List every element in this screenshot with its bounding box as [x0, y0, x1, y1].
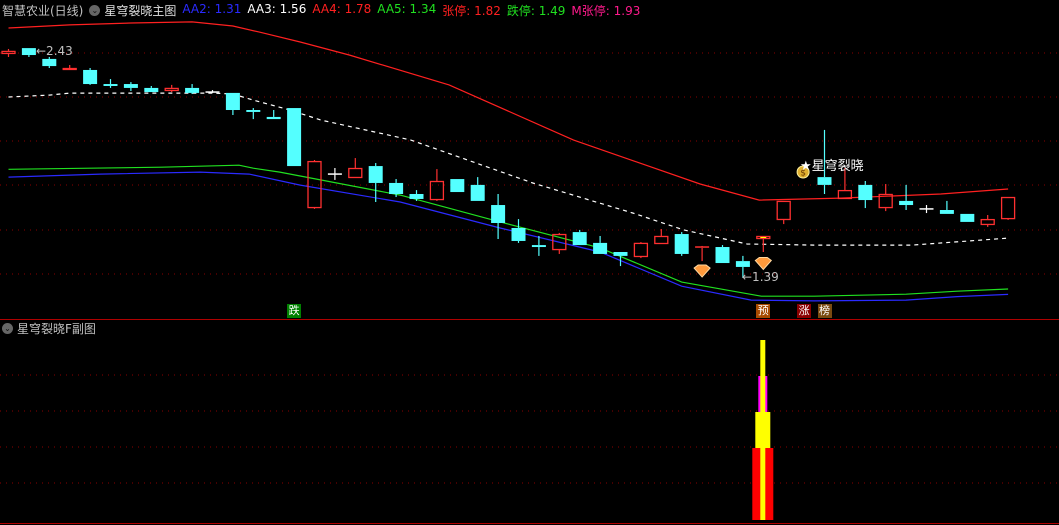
indicator-value-5: 跌停: 1.49	[506, 3, 566, 18]
chevron-down-circle-icon[interactable]: ⌄	[89, 4, 101, 16]
candle-body	[858, 184, 873, 201]
stock-name: 智慧农业(日线)	[2, 3, 84, 18]
candle-body	[307, 160, 322, 209]
stock-chart[interactable]: $	[0, 0, 1059, 525]
candle-body	[246, 110, 261, 112]
candle-body	[899, 200, 914, 206]
candle-body	[817, 177, 832, 185]
signal-marker: 跌	[287, 304, 302, 318]
indicator-values: AA2: 1.31 AA3: 1.56 AA4: 1.78 AA5: 1.34 张停: …	[182, 2, 646, 19]
candle-body	[633, 242, 649, 258]
candle-body	[225, 92, 240, 111]
candle-body	[674, 234, 689, 254]
indicator-value-6: M张停: 1.93	[571, 3, 641, 18]
sub-indicator-name[interactable]: 星穹裂晓F副图	[17, 320, 96, 337]
candle-body	[735, 261, 750, 267]
indicator-value-0: AA2: 1.31	[182, 1, 242, 16]
signal-marker: 预	[756, 304, 771, 318]
signal-label: ★星穹裂晓	[800, 159, 864, 174]
sub-chart-header: ⌄ 星穹裂晓F副图	[2, 320, 96, 337]
diamond-icon	[754, 256, 773, 271]
candle-body	[450, 179, 465, 193]
candle-body	[368, 166, 383, 183]
signal-marker: 榜	[817, 304, 832, 318]
candle-body	[185, 87, 200, 93]
candle-body	[348, 167, 363, 179]
signal-marker: 涨	[797, 304, 812, 318]
candle-body	[491, 205, 506, 223]
candle-body	[144, 87, 159, 93]
candle-body	[593, 242, 608, 254]
indicator-value-3: AA5: 1.34	[377, 1, 437, 16]
indicator-value-4: 张停: 1.82	[442, 3, 501, 18]
candle-body	[266, 116, 281, 120]
candle-body	[613, 252, 628, 256]
candle-body	[62, 67, 77, 71]
candle-body	[654, 235, 669, 245]
candle-body	[83, 69, 98, 85]
indicator-value-2: AA4: 1.78	[312, 1, 372, 16]
candle-body	[572, 232, 587, 246]
candle-body	[715, 247, 730, 264]
chart-header: 智慧农业(日线) ⌄ 星穹裂晓主图 AA2: 1.31 AA3: 1.56 AA4:…	[2, 2, 652, 18]
indicator-value-1: AA3: 1.56	[247, 1, 307, 16]
main-indicator-name[interactable]: 星穹裂晓主图	[104, 2, 176, 19]
candle-body	[939, 210, 954, 214]
candle-body	[287, 108, 302, 167]
candle-body	[980, 218, 995, 226]
candle-body	[511, 227, 526, 241]
candle-body	[389, 182, 404, 194]
candle-body	[1, 50, 16, 55]
candle-body	[429, 180, 445, 201]
candle-highlight	[760, 236, 767, 239]
candle-body	[960, 213, 975, 222]
candle-body	[103, 84, 118, 86]
line-aa2	[8, 171, 1009, 302]
high-price-label: ←2.43	[36, 44, 73, 58]
candle-body	[21, 48, 36, 56]
candle-body	[776, 200, 791, 221]
sub-bar	[760, 340, 766, 520]
candle-body	[164, 87, 179, 92]
candle-body	[123, 84, 138, 88]
candle-body	[1000, 196, 1016, 220]
candle-body	[409, 193, 424, 199]
low-price-label: ←1.39	[742, 270, 779, 284]
diamond-icon	[693, 264, 711, 278]
candle-body	[42, 58, 57, 67]
candle-body	[470, 184, 485, 201]
candle-body	[531, 245, 546, 248]
chevron-down-circle-icon[interactable]: ⌄	[2, 322, 13, 334]
